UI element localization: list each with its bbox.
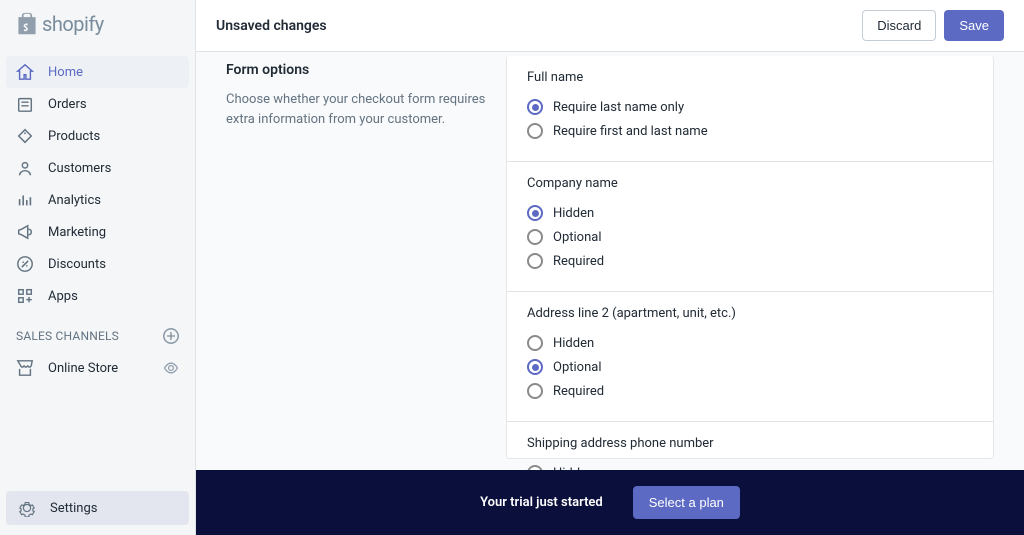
radio-label: Hidden bbox=[553, 336, 594, 351]
home-icon bbox=[16, 63, 34, 81]
unsaved-changes-title: Unsaved changes bbox=[216, 18, 327, 34]
customers-icon bbox=[16, 159, 34, 177]
nav-label: Marketing bbox=[48, 225, 106, 240]
analytics-icon bbox=[16, 191, 34, 209]
field-group: Address line 2 (apartment, unit, etc.) Hi… bbox=[507, 291, 993, 421]
radio-button[interactable] bbox=[527, 123, 543, 139]
discounts-icon bbox=[16, 255, 34, 273]
radio-option[interactable]: Required bbox=[527, 249, 973, 273]
field-group-title: Shipping address phone number bbox=[527, 436, 973, 451]
radio-button[interactable] bbox=[527, 383, 543, 399]
radio-label: Optional bbox=[553, 230, 601, 245]
form-options-description: Choose whether your checkout form requir… bbox=[226, 90, 486, 129]
radio-label: Require first and last name bbox=[553, 124, 708, 139]
sales-channels-label: SALES CHANNELS bbox=[16, 329, 119, 343]
field-group: Full name Require last name only Require f… bbox=[507, 56, 993, 161]
nav-label: Orders bbox=[48, 97, 87, 112]
sidebar-item-discounts[interactable]: Discounts bbox=[0, 248, 195, 280]
radio-option[interactable]: Hidden bbox=[527, 331, 973, 355]
sidebar-item-home[interactable]: Home bbox=[6, 56, 189, 88]
brand-name: shopify bbox=[42, 12, 104, 36]
select-plan-button[interactable]: Select a plan bbox=[633, 486, 740, 519]
sidebar-item-orders[interactable]: Orders bbox=[0, 88, 195, 120]
nav-label: Home bbox=[48, 65, 83, 80]
radio-option[interactable]: Require last name only bbox=[527, 95, 973, 119]
radio-option[interactable]: Optional bbox=[527, 225, 973, 249]
radio-option[interactable]: Optional bbox=[527, 355, 973, 379]
marketing-icon bbox=[16, 223, 34, 241]
context-bar: Unsaved changes Discard Save bbox=[196, 0, 1024, 52]
radio-button[interactable] bbox=[527, 229, 543, 245]
orders-icon bbox=[16, 95, 34, 113]
save-button[interactable]: Save bbox=[944, 10, 1004, 41]
brand-logo: shopify bbox=[0, 0, 195, 48]
sidebar-item-marketing[interactable]: Marketing bbox=[0, 216, 195, 248]
primary-nav: Home Orders Products Customers Analytics Mark… bbox=[0, 48, 195, 491]
radio-label: Require last name only bbox=[553, 100, 684, 115]
sidebar-item-customers[interactable]: Customers bbox=[0, 152, 195, 184]
field-group-title: Company name bbox=[527, 176, 973, 191]
nav-label: Apps bbox=[48, 289, 78, 304]
trial-text: Your trial just started bbox=[480, 495, 603, 510]
radio-button[interactable] bbox=[527, 335, 543, 351]
apps-icon bbox=[16, 287, 34, 305]
nav-label: Analytics bbox=[48, 193, 101, 208]
online-store-label: Online Store bbox=[48, 361, 149, 376]
products-icon bbox=[16, 127, 34, 145]
radio-option[interactable]: Required bbox=[527, 379, 973, 403]
sidebar: shopify Home Orders Products Customers Analy… bbox=[0, 0, 196, 535]
radio-label: Optional bbox=[553, 360, 601, 375]
field-group-title: Address line 2 (apartment, unit, etc.) bbox=[527, 306, 973, 321]
gear-icon bbox=[18, 499, 36, 517]
sidebar-item-products[interactable]: Products bbox=[0, 120, 195, 152]
sidebar-item-apps[interactable]: Apps bbox=[0, 280, 195, 312]
settings-content: Form options Choose whether your checkou… bbox=[196, 52, 1024, 479]
context-actions: Discard Save bbox=[862, 10, 1004, 41]
sidebar-settings[interactable]: Settings bbox=[6, 491, 189, 525]
store-icon bbox=[16, 359, 34, 377]
radio-option[interactable]: Hidden bbox=[527, 201, 973, 225]
radio-button[interactable] bbox=[527, 253, 543, 269]
sidebar-item-analytics[interactable]: Analytics bbox=[0, 184, 195, 216]
field-group-title: Full name bbox=[527, 70, 973, 85]
view-store-icon[interactable] bbox=[163, 360, 179, 376]
radio-label: Required bbox=[553, 384, 604, 399]
shopify-bag-icon bbox=[16, 12, 38, 36]
trial-banner: Your trial just started Select a plan bbox=[196, 470, 1024, 535]
radio-label: Hidden bbox=[553, 206, 594, 221]
discard-button[interactable]: Discard bbox=[862, 10, 936, 41]
nav-label: Discounts bbox=[48, 257, 106, 272]
form-options-title: Form options bbox=[226, 62, 486, 78]
nav-label: Products bbox=[48, 129, 100, 144]
radio-option[interactable]: Require first and last name bbox=[527, 119, 973, 143]
main: Unsaved changes Discard Save Form option… bbox=[196, 0, 1024, 535]
field-group: Company name Hidden Optional Required bbox=[507, 161, 993, 291]
sales-channels-header: SALES CHANNELS bbox=[0, 312, 195, 352]
section-description: Form options Choose whether your checkou… bbox=[226, 56, 486, 459]
radio-button[interactable] bbox=[527, 205, 543, 221]
radio-button[interactable] bbox=[527, 359, 543, 375]
nav-label: Customers bbox=[48, 161, 111, 176]
radio-button[interactable] bbox=[527, 99, 543, 115]
add-channel-icon[interactable] bbox=[163, 328, 179, 344]
radio-label: Required bbox=[553, 254, 604, 269]
settings-label: Settings bbox=[50, 501, 97, 516]
sidebar-item-online-store[interactable]: Online Store bbox=[0, 352, 195, 384]
app-root: shopify Home Orders Products Customers Analy… bbox=[0, 0, 1024, 535]
form-options-card: Full name Require last name only Require f… bbox=[506, 56, 994, 459]
